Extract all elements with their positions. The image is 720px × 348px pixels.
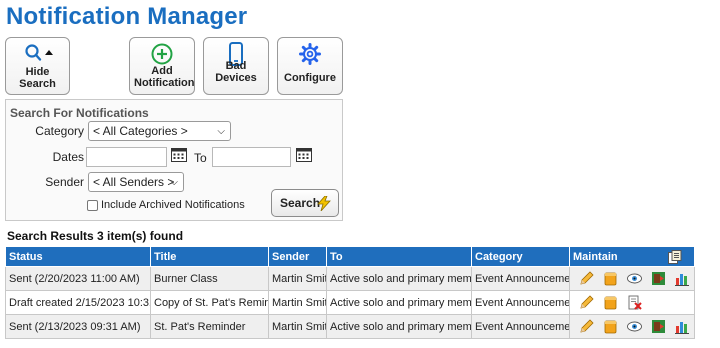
category-select-value: < All Categories > — [93, 124, 188, 138]
edit-icon[interactable] — [578, 270, 595, 287]
copy-icon[interactable] — [602, 270, 619, 287]
hide-search-label: Hide Search — [19, 66, 56, 90]
add-notification-label: Add Notification — [134, 65, 195, 89]
chevron-down-icon: ⌵ — [217, 126, 225, 137]
sender-label: Sender — [45, 175, 84, 189]
search-button[interactable]: Search — [271, 189, 339, 217]
cell-category: Event Announcements — [471, 314, 570, 339]
cell-status: Sent (2/20/2023 11:00 AM) — [5, 266, 151, 291]
cell-to: Active solo and primary member... — [326, 266, 472, 291]
lightning-icon — [317, 196, 331, 211]
edit-icon[interactable] — [578, 318, 595, 335]
export-icon[interactable] — [668, 250, 682, 264]
copy-icon[interactable] — [602, 294, 619, 311]
results-table: Status Title Sender To Category Maintain… — [5, 246, 695, 339]
column-header-title[interactable]: Title — [150, 246, 269, 267]
table-row[interactable]: Draft created 2/15/2023 10:31 AM Copy of… — [5, 290, 695, 315]
calendar-icon[interactable] — [171, 148, 187, 162]
search-icon — [6, 42, 69, 66]
sender-select[interactable]: < All Senders > ⌵ — [88, 172, 184, 192]
add-notification-button[interactable]: Add Notification — [129, 37, 195, 95]
chevron-down-icon: ⌵ — [170, 177, 178, 188]
category-select[interactable]: < All Categories > ⌵ — [88, 121, 231, 141]
bad-devices-label: Bad Devices — [215, 60, 257, 84]
cell-to: Active solo and primary member... — [326, 290, 472, 315]
stats-icon[interactable] — [674, 318, 691, 335]
gear-icon — [278, 42, 342, 66]
to-label: To — [194, 151, 207, 165]
edit-icon[interactable] — [578, 294, 595, 311]
date-to-input[interactable] — [212, 147, 291, 167]
cell-title: St. Pat's Reminder — [150, 314, 269, 339]
column-header-maintain: Maintain — [569, 246, 695, 267]
add-circle-icon — [130, 42, 194, 66]
table-header-row: Status Title Sender To Category Maintain — [5, 246, 695, 267]
page-title: Notification Manager — [6, 3, 248, 30]
view-icon[interactable] — [626, 318, 643, 335]
search-panel-title: Search For Notifications — [10, 106, 149, 120]
include-archived-checkbox[interactable] — [87, 200, 98, 211]
cell-status: Draft created 2/15/2023 10:31 AM — [5, 290, 151, 315]
table-row[interactable]: Sent (2/20/2023 11:00 AM) Burner Class M… — [5, 266, 695, 291]
column-header-sender[interactable]: Sender — [268, 246, 327, 267]
configure-label: Configure — [284, 72, 336, 84]
cell-sender: Martin Smith — [268, 290, 327, 315]
stats-icon[interactable] — [674, 270, 691, 287]
column-header-category[interactable]: Category — [471, 246, 570, 267]
archive-icon[interactable] — [650, 318, 667, 335]
cell-maintain — [569, 314, 695, 339]
cell-title: Burner Class — [150, 266, 269, 291]
cell-maintain — [569, 290, 695, 315]
cell-category: Event Announcements — [471, 290, 570, 315]
sender-select-value: < All Senders > — [93, 175, 175, 189]
table-row[interactable]: Sent (2/13/2023 09:31 AM) St. Pat's Remi… — [5, 314, 695, 339]
calendar-icon[interactable] — [296, 148, 312, 162]
cell-category: Event Announcements — [471, 266, 570, 291]
results-title: Search Results 3 item(s) found — [7, 229, 184, 243]
date-from-input[interactable] — [86, 147, 167, 167]
column-header-to[interactable]: To — [326, 246, 472, 267]
cell-sender: Martin Smith — [268, 314, 327, 339]
delete-icon[interactable] — [626, 294, 643, 311]
category-label: Category — [35, 124, 84, 138]
hide-search-button[interactable]: Hide Search — [5, 37, 70, 95]
search-panel: Search For Notifications Category < All … — [5, 99, 343, 221]
cell-maintain — [569, 266, 695, 291]
column-header-status[interactable]: Status — [5, 246, 151, 267]
archive-icon[interactable] — [650, 270, 667, 287]
cell-status: Sent (2/13/2023 09:31 AM) — [5, 314, 151, 339]
search-button-label: Search — [280, 196, 321, 210]
bad-devices-button[interactable]: Bad Devices — [203, 37, 269, 95]
view-icon[interactable] — [626, 270, 643, 287]
cell-to: Active solo and primary member... — [326, 314, 472, 339]
dates-label: Dates — [52, 150, 84, 164]
cell-title: Copy of St. Pat's Reminder — [150, 290, 269, 315]
cell-sender: Martin Smith — [268, 266, 327, 291]
configure-button[interactable]: Configure — [277, 37, 343, 95]
include-archived-label: Include Archived Notifications — [101, 199, 245, 211]
copy-icon[interactable] — [602, 318, 619, 335]
